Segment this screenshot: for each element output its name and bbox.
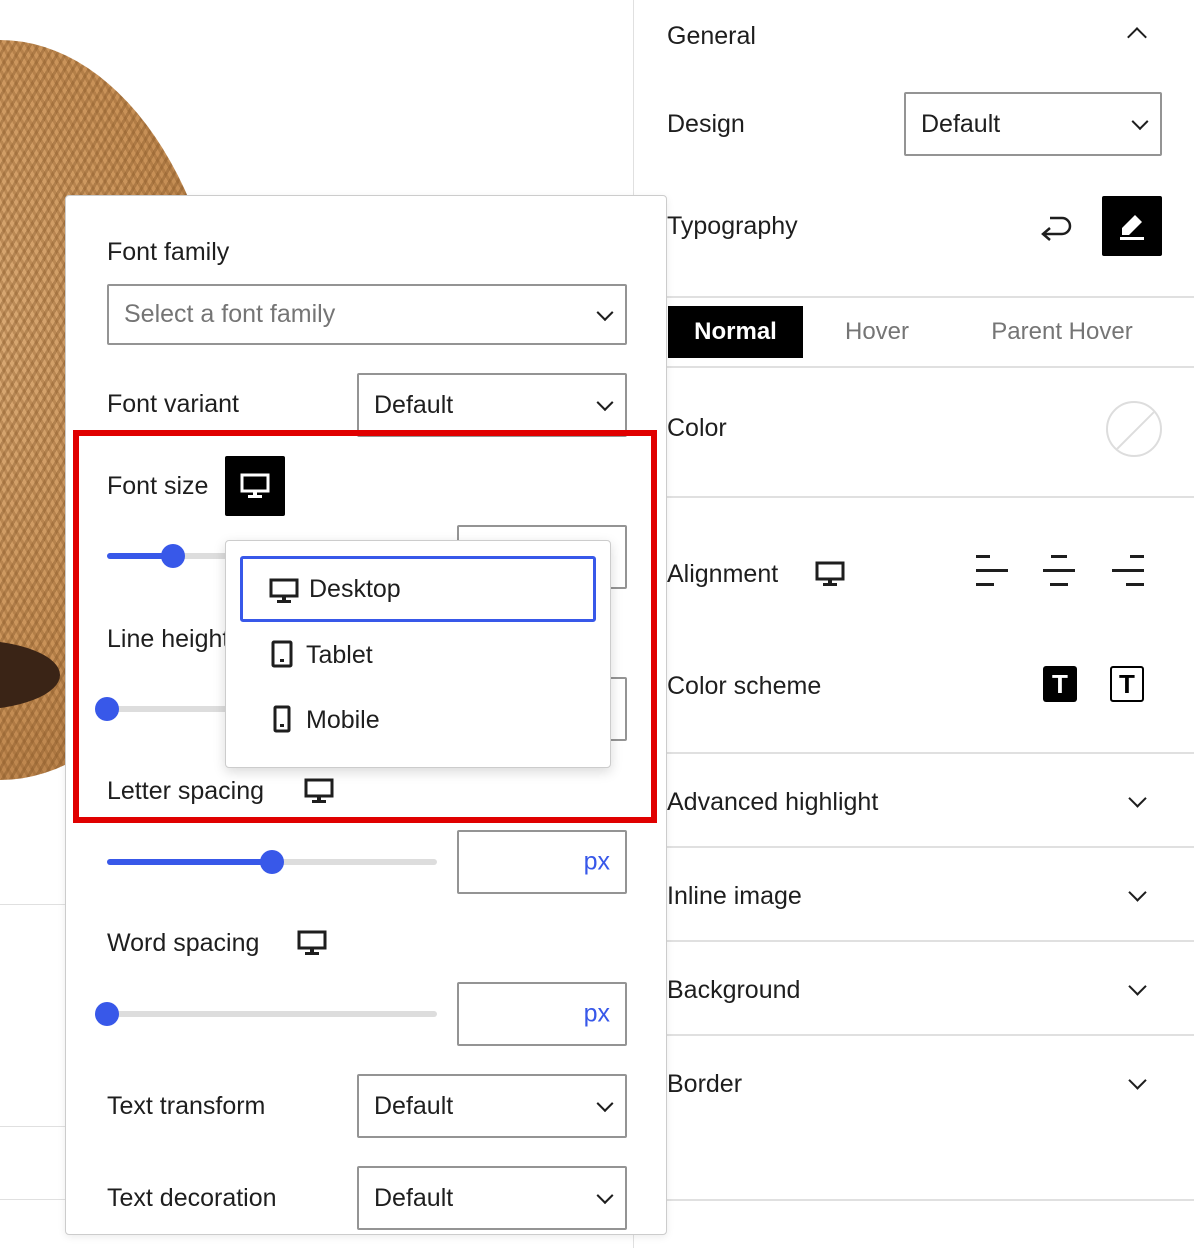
align-right-icon[interactable] (1110, 554, 1144, 588)
chevron-down-icon[interactable] (1128, 789, 1147, 808)
color-swatch-none[interactable] (1106, 401, 1162, 457)
color-label: Color (667, 414, 727, 442)
chevron-down-icon (596, 303, 614, 321)
letter-spacing-input[interactable]: px (457, 830, 627, 894)
divider (667, 296, 1194, 298)
align-center-icon[interactable] (1042, 554, 1076, 588)
desktop-icon (269, 578, 299, 603)
pencil-icon (1120, 215, 1144, 240)
text-transform-label: Text transform (107, 1092, 266, 1120)
design-select[interactable]: Default (904, 92, 1162, 156)
text-decoration-value: Default (374, 1183, 454, 1212)
align-left-icon[interactable] (974, 554, 1008, 588)
edit-typography-button[interactable] (1102, 196, 1162, 256)
font-family-select[interactable]: Select a font family (107, 284, 627, 345)
divider (667, 752, 1194, 754)
font-variant-select[interactable]: Default (357, 373, 627, 437)
slider-thumb[interactable] (260, 850, 284, 874)
slider-fill (107, 859, 272, 865)
editor-screen: General Design Default Typography Normal… (0, 0, 1194, 1248)
font-size-label: Font size (107, 472, 209, 500)
border-panel-title[interactable]: Border (667, 1070, 742, 1099)
color-scheme-label: Color scheme (667, 672, 822, 700)
chevron-down-icon (596, 1095, 614, 1113)
text-transform-select[interactable]: Default (357, 1074, 627, 1138)
divider (667, 366, 1194, 368)
line-height-label: Line height (107, 625, 230, 653)
font-family-label: Font family (107, 238, 230, 266)
desktop-icon (240, 473, 270, 498)
tablet-icon (271, 640, 293, 668)
text-transform-value: Default (374, 1091, 454, 1120)
chevron-down-icon (1131, 113, 1149, 131)
divider (667, 846, 1194, 848)
typography-label: Typography (667, 212, 798, 240)
font-variant-value: Default (374, 390, 454, 419)
word-spacing-slider[interactable] (95, 1002, 437, 1026)
design-select-value: Default (921, 109, 1001, 138)
text-decoration-label: Text decoration (107, 1184, 277, 1212)
menu-item-tablet[interactable]: Tablet (240, 622, 596, 688)
chevron-down-icon (596, 1187, 614, 1205)
background-panel-title[interactable]: Background (667, 976, 800, 1005)
color-scheme-dark-icon[interactable]: T (1043, 666, 1077, 702)
menu-item-label: Desktop (309, 574, 401, 603)
design-label: Design (667, 110, 745, 138)
slider-thumb[interactable] (95, 697, 119, 721)
color-scheme-light-icon[interactable]: T (1110, 666, 1144, 702)
chevron-down-icon[interactable] (1128, 1071, 1147, 1090)
desktop-icon[interactable] (297, 929, 327, 957)
divider (667, 1034, 1194, 1036)
inline-image-panel-title[interactable]: Inline image (667, 882, 802, 911)
text-decoration-select[interactable]: Default (357, 1166, 627, 1230)
mobile-icon (273, 705, 291, 733)
settings-sidebar: General Design Default Typography Normal… (634, 0, 1194, 1248)
device-menu: Desktop Tablet Mobile (225, 540, 611, 768)
alignment-label: Alignment (667, 560, 779, 588)
font-size-device-button[interactable] (225, 456, 285, 516)
letter-spacing-label: Letter spacing (107, 777, 265, 805)
divider (667, 496, 1194, 498)
desktop-icon[interactable] (815, 560, 845, 588)
tab-normal[interactable]: Normal (668, 306, 803, 358)
tab-parent-hover[interactable]: Parent Hover (974, 306, 1150, 358)
divider (667, 940, 1194, 942)
font-family-placeholder: Select a font family (124, 300, 336, 328)
word-spacing-unit[interactable]: px (584, 1000, 610, 1029)
chevron-down-icon[interactable] (1128, 883, 1147, 902)
letter-spacing-unit[interactable]: px (584, 848, 610, 877)
menu-item-label: Tablet (306, 640, 373, 669)
slider-thumb[interactable] (161, 544, 185, 568)
font-variant-label: Font variant (107, 390, 240, 418)
menu-item-mobile[interactable]: Mobile (240, 687, 596, 753)
menu-item-desktop[interactable]: Desktop (240, 556, 596, 622)
word-spacing-input[interactable]: px (457, 982, 627, 1046)
letter-spacing-slider[interactable] (107, 850, 437, 874)
desktop-icon[interactable] (304, 777, 334, 805)
advanced-highlight-panel-title[interactable]: Advanced highlight (667, 788, 878, 817)
general-panel-title[interactable]: General (667, 22, 756, 51)
menu-item-label: Mobile (306, 705, 380, 734)
reset-icon[interactable] (1036, 208, 1076, 248)
chevron-down-icon (596, 394, 614, 412)
chevron-down-icon[interactable] (1128, 977, 1147, 996)
tab-hover[interactable]: Hover (820, 306, 934, 358)
slider-thumb[interactable] (95, 1002, 119, 1026)
chevron-up-icon[interactable] (1127, 27, 1147, 47)
word-spacing-label: Word spacing (107, 929, 260, 957)
divider (667, 1199, 1194, 1201)
